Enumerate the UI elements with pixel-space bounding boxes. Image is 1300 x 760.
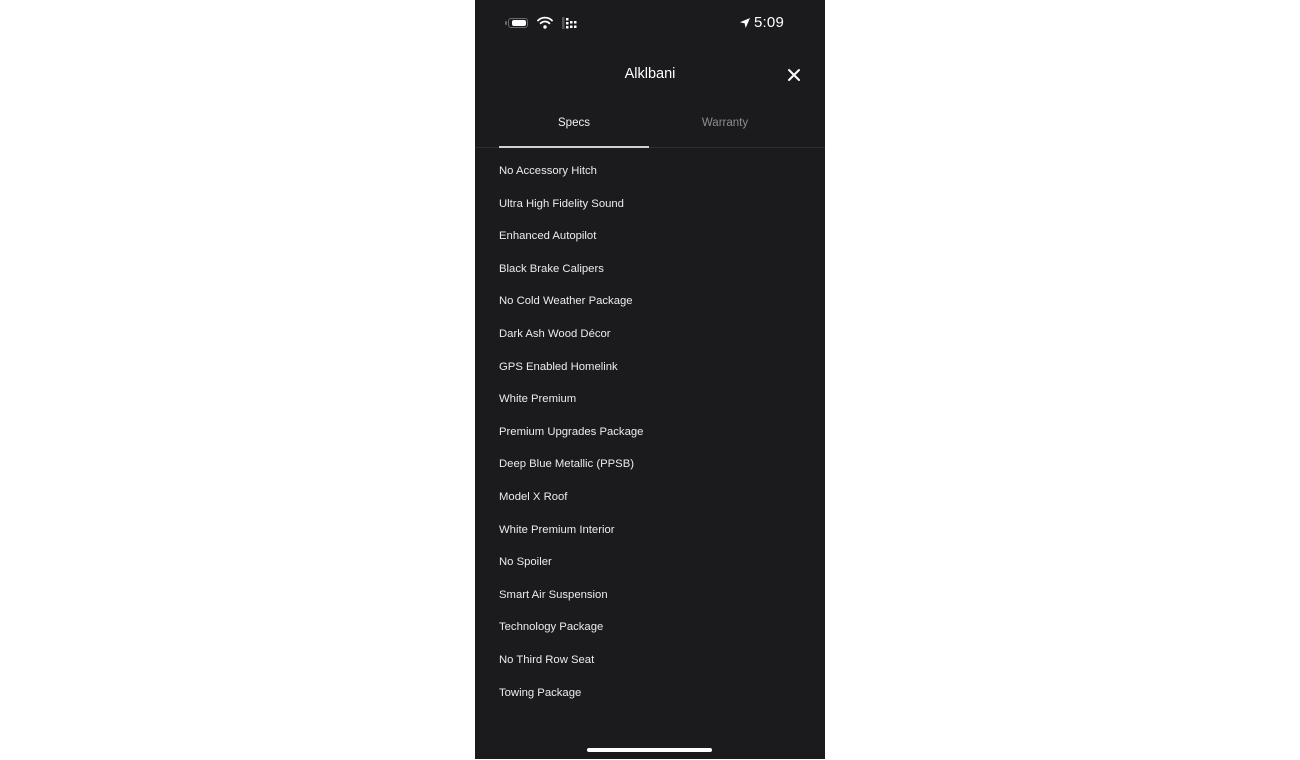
list-item: Dark Ash Wood Décor <box>499 327 611 340</box>
tab-bar: Specs Warranty <box>475 108 825 148</box>
list-item: Towing Package <box>499 686 582 699</box>
tab-warranty[interactable]: Warranty <box>650 108 800 147</box>
wifi-icon <box>537 16 553 29</box>
location-arrow-icon <box>740 17 750 28</box>
list-item: No Accessory Hitch <box>499 165 597 177</box>
list-item: Technology Package <box>499 621 604 634</box>
list-item: Smart Air Suspension <box>499 588 608 601</box>
list-item: No Cold Weather Package <box>499 295 633 308</box>
close-icon[interactable] <box>787 68 801 82</box>
home-indicator[interactable] <box>587 748 712 752</box>
list-item: White Premium Interior <box>499 523 615 536</box>
phone-screen: 5:09 Alklbani Specs Warranty No Accessor… <box>475 0 825 759</box>
clock: 5:09 <box>739 14 784 31</box>
list-item: Enhanced Autopilot <box>499 230 597 243</box>
cellular-signal-icon <box>562 17 577 29</box>
list-item: Model X Roof <box>499 490 568 503</box>
status-time: 5:09 <box>754 14 784 31</box>
list-item: No Third Row Seat <box>499 653 595 666</box>
list-item: Black Brake Calipers <box>499 262 604 275</box>
header: Alklbani <box>475 60 825 90</box>
list-item: No Spoiler <box>499 556 552 569</box>
specs-list: No Accessory Hitch Ultra High Fidelity S… <box>499 155 799 709</box>
list-item: Ultra High Fidelity Sound <box>499 197 624 210</box>
list-item: GPS Enabled Homelink <box>499 360 618 373</box>
list-item: Deep Blue Metallic (PPSB) <box>499 458 634 471</box>
battery-icon <box>505 18 528 28</box>
page-title: Alklbani <box>624 66 676 82</box>
list-item: White Premium <box>499 393 577 406</box>
tab-specs[interactable]: Specs <box>499 108 649 148</box>
status-bar: 5:09 <box>475 0 825 48</box>
list-item: Premium Upgrades Package <box>499 425 644 438</box>
